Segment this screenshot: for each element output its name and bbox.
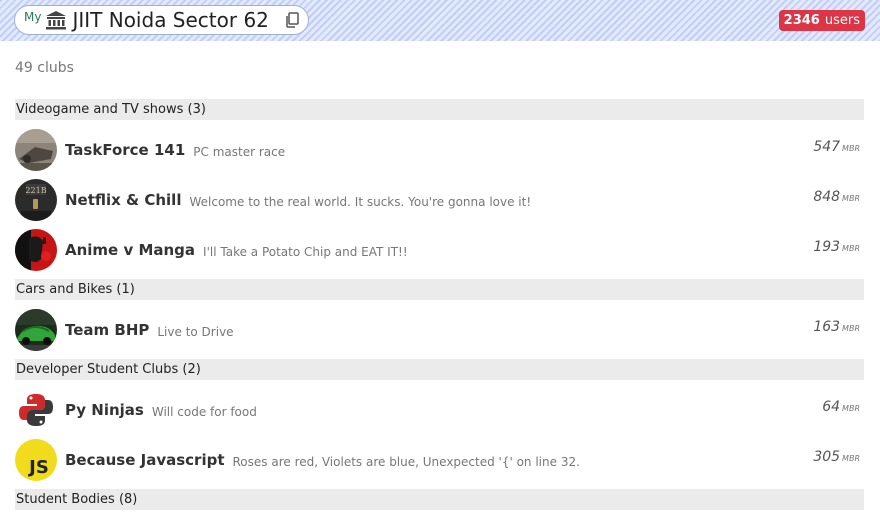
- club-row-anime-v-manga[interactable]: Anime v Manga I'll Take a Potato Chip an…: [15, 225, 864, 275]
- member-unit: MBR: [842, 194, 860, 203]
- club-avatar: [15, 309, 57, 351]
- club-avatar: [15, 129, 57, 171]
- avatar-text: JS: [27, 457, 49, 478]
- member-count-value: 305: [813, 449, 841, 465]
- member-unit: MBR: [842, 454, 860, 463]
- header-bar: My JIIT Noida Sector 62 2346 users: [0, 0, 880, 41]
- member-count-value: 64: [822, 399, 841, 415]
- institution-name: JIIT Noida Sector 62: [72, 8, 269, 32]
- member-count-value: 163: [813, 319, 841, 335]
- club-description: I'll Take a Potato Chip and EAT IT!!: [203, 244, 408, 259]
- member-count: 64 MBR: [822, 399, 860, 415]
- club-name[interactable]: Py Ninjas: [65, 401, 144, 419]
- member-unit: MBR: [842, 144, 860, 153]
- club-description: PC master race: [193, 144, 286, 159]
- copy-icon[interactable]: [285, 12, 299, 28]
- category-header[interactable]: Student Bodies (8): [15, 489, 864, 510]
- category-header[interactable]: Videogame and TV shows (3): [15, 99, 864, 120]
- users-label: users: [824, 13, 860, 28]
- club-row-netflix-chill[interactable]: 221B Netflix & Chill Welcome to the real…: [15, 175, 864, 225]
- member-unit: MBR: [842, 244, 860, 253]
- member-count: 193 MBR: [813, 239, 860, 255]
- club-name[interactable]: Anime v Manga: [65, 241, 195, 259]
- category-header[interactable]: Developer Student Clubs (2): [15, 359, 864, 380]
- club-row-taskforce-141[interactable]: TaskForce 141 PC master race 547 MBR: [15, 125, 864, 175]
- users-count-badge: 2346 users: [778, 10, 865, 31]
- member-count-value: 193: [813, 239, 841, 255]
- clubs-count: 49 clubs: [15, 60, 74, 76]
- clubs-list: Videogame and TV shows (3) TaskForce 141…: [15, 99, 864, 515]
- club-row-py-ninjas[interactable]: Py Ninjas Will code for food 64 MBR: [15, 385, 864, 435]
- member-count: 547 MBR: [813, 139, 860, 155]
- institution-icon: [46, 11, 67, 30]
- club-description: Welcome to the real world. It sucks. You…: [189, 194, 532, 209]
- club-name[interactable]: Netflix & Chill: [65, 191, 181, 209]
- member-unit: MBR: [842, 324, 860, 333]
- member-count-value: 848: [813, 189, 841, 205]
- club-avatar: JS: [15, 439, 57, 481]
- institution-selector[interactable]: My JIIT Noida Sector 62: [14, 5, 309, 35]
- member-count: 305 MBR: [813, 449, 860, 465]
- member-count-value: 547: [813, 139, 841, 155]
- club-row-team-bhp[interactable]: Team BHP Live to Drive 163 MBR: [15, 305, 864, 355]
- club-avatar: 221B: [15, 179, 57, 221]
- member-count: 848 MBR: [813, 189, 860, 205]
- users-count: 2346: [783, 13, 820, 28]
- club-name[interactable]: TaskForce 141: [65, 141, 185, 159]
- club-description: Live to Drive: [157, 324, 234, 339]
- club-avatar: [15, 229, 57, 271]
- avatar-text: 221B: [25, 186, 46, 195]
- club-row-because-javascript[interactable]: JS Because Javascript Roses are red, Vio…: [15, 435, 864, 485]
- club-name[interactable]: Team BHP: [65, 321, 149, 339]
- club-avatar: [15, 389, 57, 431]
- my-label: My: [24, 10, 42, 24]
- member-unit: MBR: [842, 404, 860, 413]
- club-description: Will code for food: [151, 404, 257, 419]
- club-description: Roses are red, Violets are blue, Unexpec…: [232, 454, 580, 469]
- club-name[interactable]: Because Javascript: [65, 451, 225, 469]
- member-count: 163 MBR: [813, 319, 860, 335]
- category-header[interactable]: Cars and Bikes (1): [15, 279, 864, 300]
